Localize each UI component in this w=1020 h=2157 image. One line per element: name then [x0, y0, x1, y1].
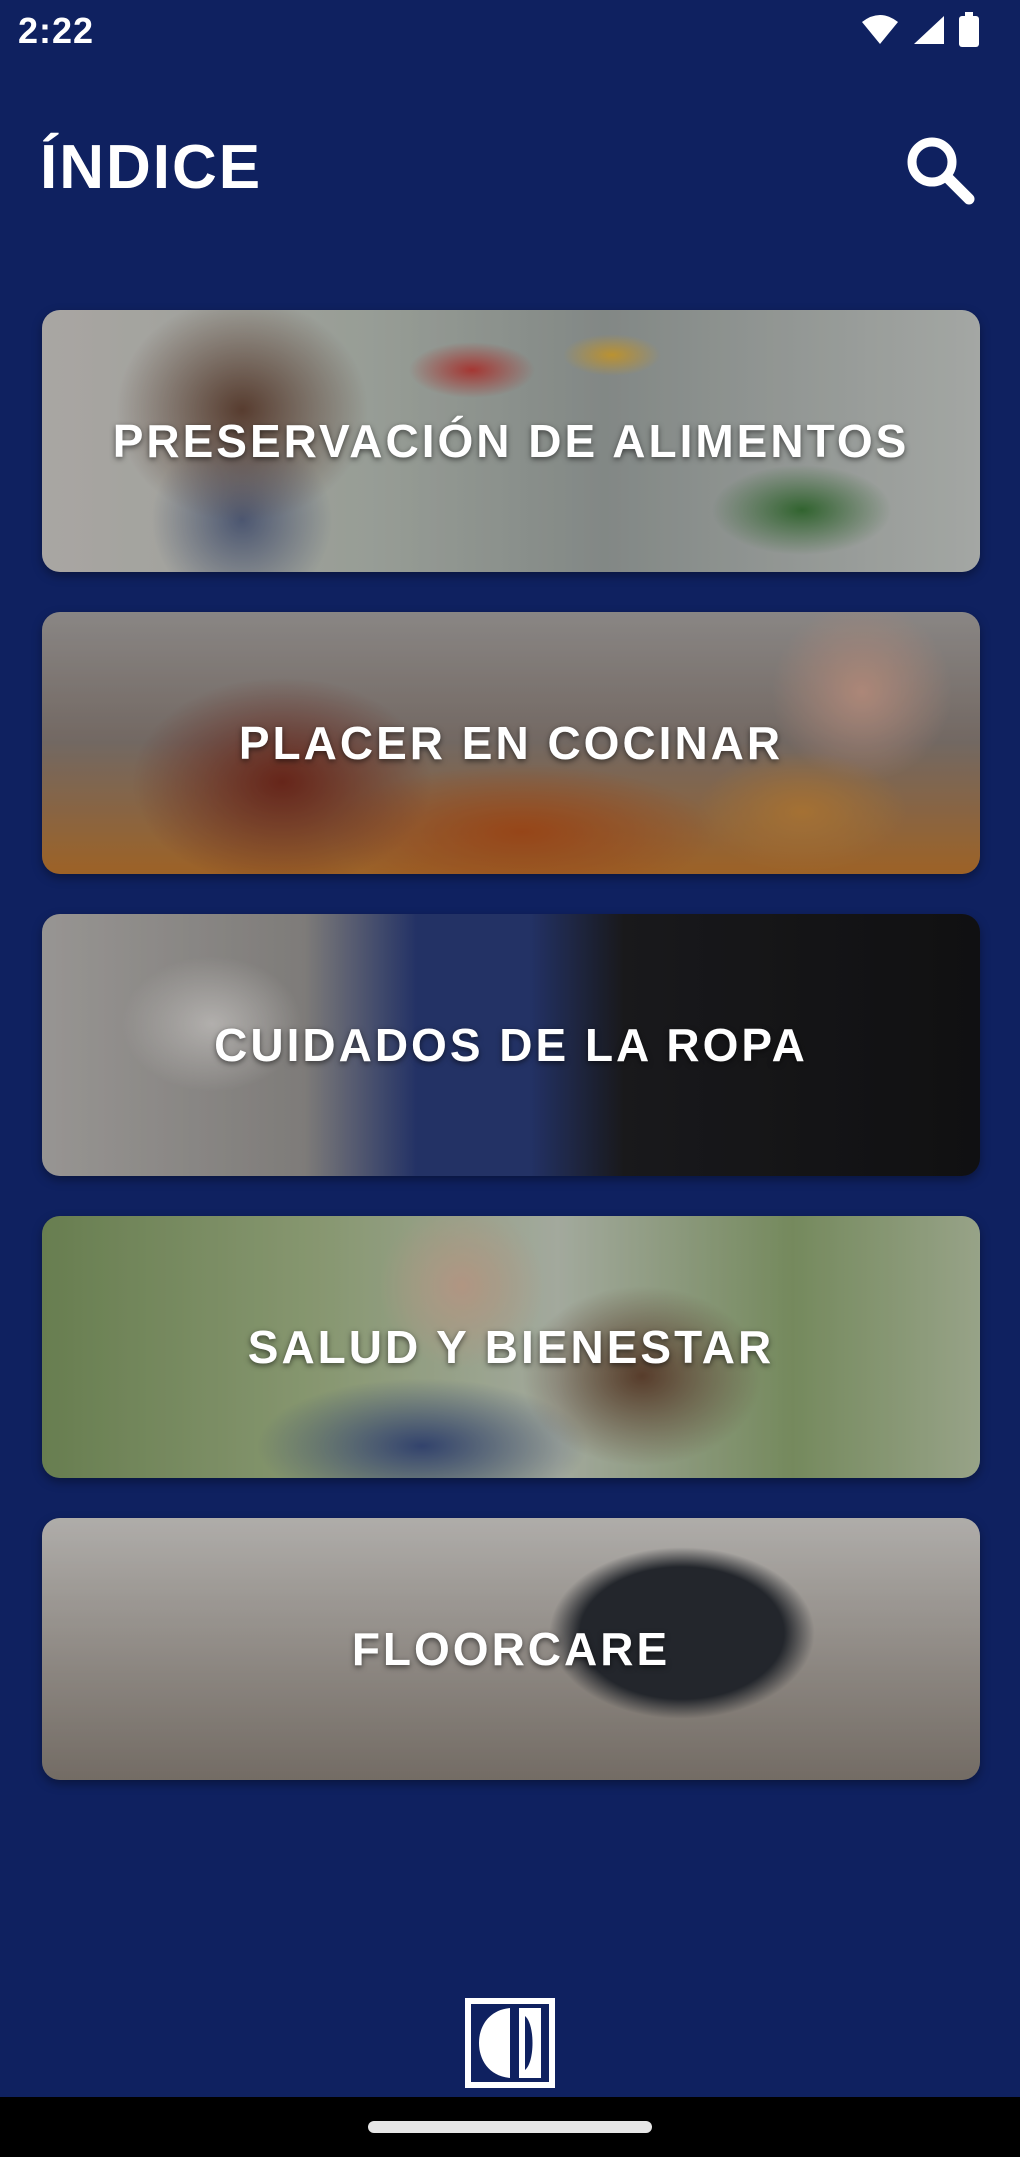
- card-label: PLACER EN COCINAR: [238, 717, 784, 769]
- status-time: 2:22: [18, 10, 95, 51]
- page-title: ÍNDICE: [40, 133, 263, 202]
- category-card-food-preservation[interactable]: PRESERVACIÓN DE ALIMENTOS: [42, 310, 980, 572]
- battery-icon: [958, 12, 980, 53]
- status-bar: 2:22: [0, 0, 1020, 70]
- header-bar: ÍNDICE: [0, 110, 1020, 230]
- card-label: FLOORCARE: [351, 1623, 671, 1675]
- card-label: SALUD Y BIENESTAR: [247, 1321, 775, 1373]
- category-card-health[interactable]: SALUD Y BIENESTAR: [42, 1216, 980, 1478]
- status-icons: [860, 12, 980, 53]
- search-icon: [901, 131, 977, 212]
- category-list: PRESERVACIÓN DE ALIMENTOS PLACER EN COCI…: [42, 310, 980, 1820]
- gesture-handle[interactable]: [368, 2121, 652, 2133]
- category-card-cooking[interactable]: PLACER EN COCINAR: [42, 612, 980, 874]
- category-card-laundry[interactable]: CUIDADOS DE LA ROPA: [42, 914, 980, 1176]
- search-button[interactable]: [894, 126, 984, 216]
- signal-icon: [912, 14, 946, 51]
- electrolux-logo-icon: [465, 1998, 555, 2088]
- card-label: CUIDADOS DE LA ROPA: [214, 1019, 808, 1071]
- app-screen: 2:22 ÍNDICE PRESERVACIÓN DE ALIMENTOS PL…: [0, 0, 1020, 2157]
- wifi-icon: [860, 14, 900, 51]
- category-card-floorcare[interactable]: FLOORCARE: [42, 1518, 980, 1780]
- card-label: PRESERVACIÓN DE ALIMENTOS: [112, 415, 910, 467]
- navigation-bar: [0, 2097, 1020, 2157]
